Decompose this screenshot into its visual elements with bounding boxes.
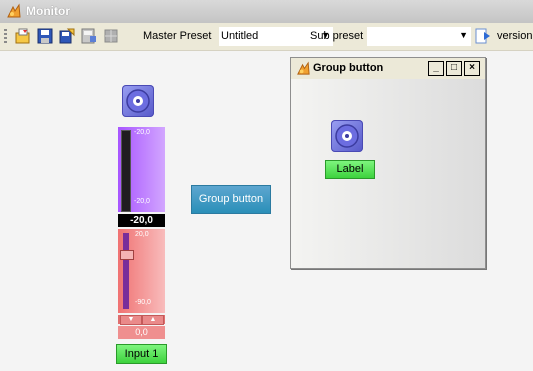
toolbar-grip-handle[interactable] (4, 29, 7, 45)
version-icon[interactable] (474, 27, 492, 45)
fader-up-button[interactable]: ▲ (142, 315, 164, 325)
monitor-window: Monitor Master Preset Untitled ▼ Sub pre… (0, 0, 533, 371)
fader-step-buttons: ▼ ▲ (118, 315, 165, 325)
title-bar: Monitor (0, 0, 533, 23)
fader-top-tick: 20,0 (135, 231, 149, 238)
group-knob[interactable] (331, 120, 363, 152)
version-label: version (497, 30, 533, 42)
fader-panel: 20,0 -90,0 (118, 229, 165, 313)
knob-icon (126, 89, 150, 113)
sub-preset-select[interactable]: ▼ (367, 27, 471, 46)
fader-handle[interactable] (120, 250, 134, 260)
maximize-button[interactable]: □ (446, 61, 462, 76)
vu-readout: -20,0 (118, 214, 165, 227)
master-preset-label: Master Preset (143, 30, 212, 42)
group-button[interactable]: Group button (191, 185, 271, 214)
vu-bottom-tick: -20,0 (134, 198, 150, 205)
master-preset-value: Untitled (221, 30, 259, 42)
minimize-button[interactable]: _ (428, 61, 444, 76)
vu-meter-bar (121, 130, 131, 212)
pan-knob[interactable] (122, 85, 154, 117)
fader-readout: 0,0 (118, 326, 165, 339)
toolbar: Master Preset Untitled ▼ Sub preset ▼ ve… (0, 23, 533, 51)
group-window-titlebar[interactable]: Group button _ □ × (291, 58, 485, 79)
window-title: Monitor (26, 4, 70, 18)
knob-icon (335, 124, 359, 148)
save-icon[interactable] (36, 27, 54, 45)
app-logo-icon (6, 3, 22, 22)
fader-down-button[interactable]: ▼ (120, 315, 142, 325)
input-button[interactable]: Input 1 (116, 344, 167, 364)
vu-top-tick: -20,0 (134, 129, 150, 136)
close-button[interactable]: × (464, 61, 480, 76)
fader-bottom-tick: -90,0 (135, 299, 151, 306)
app-logo-icon (296, 61, 311, 79)
chevron-down-icon: ▼ (459, 30, 468, 40)
grid-icon[interactable] (102, 27, 120, 45)
vu-meter-panel: -20,0 -20,0 (118, 127, 165, 212)
group-button-window: Group button _ □ × Label (290, 57, 486, 269)
save-as-icon[interactable] (58, 27, 76, 45)
open-icon[interactable] (14, 27, 32, 45)
sub-preset-label: Sub preset (310, 30, 364, 42)
fader-track (123, 233, 129, 309)
label-button[interactable]: Label (325, 160, 375, 179)
export-icon[interactable] (80, 27, 98, 45)
group-window-title: Group button (313, 62, 384, 74)
